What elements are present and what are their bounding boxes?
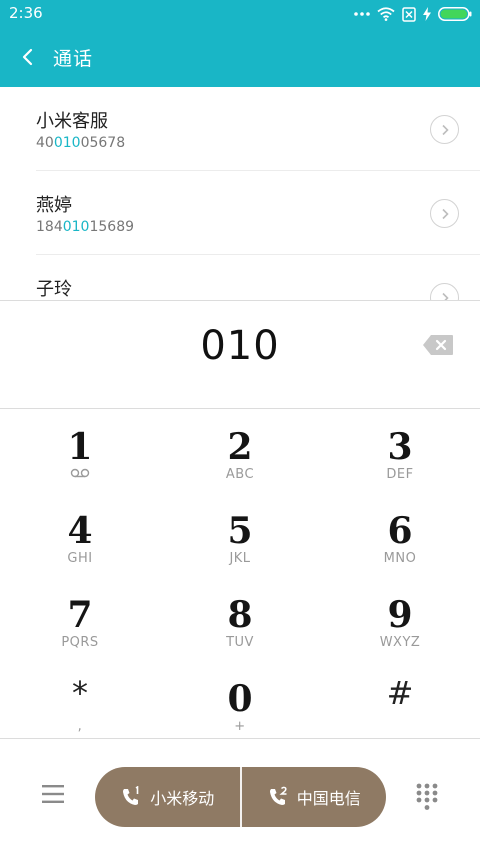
key-letters: JKL bbox=[229, 551, 251, 566]
key-digit: 3 bbox=[387, 426, 413, 468]
contact-number: 4001005678 bbox=[36, 135, 126, 151]
contact-item[interactable]: 燕婷 18401015689 bbox=[0, 171, 480, 255]
charging-icon bbox=[423, 7, 431, 21]
key-hash[interactable]: # bbox=[320, 661, 480, 743]
key-letters: WXYZ bbox=[379, 635, 421, 650]
contact-name: 子玲 bbox=[36, 279, 72, 300]
key-letters: PQRS bbox=[61, 635, 99, 650]
contact-item[interactable]: 小米客服 4001005678 bbox=[0, 87, 480, 171]
phone-sim1-icon bbox=[123, 786, 139, 805]
bottom-bar: 小米移动 中国电信 bbox=[0, 738, 480, 853]
key-3[interactable]: 3 DEF bbox=[320, 409, 480, 491]
key-6[interactable]: 6 MNO bbox=[320, 493, 480, 575]
key-letters: , bbox=[77, 719, 83, 734]
more-dots-icon bbox=[354, 12, 370, 16]
key-letters: + bbox=[234, 719, 246, 734]
back-button[interactable] bbox=[14, 42, 44, 72]
key-1[interactable]: 1 bbox=[0, 409, 160, 491]
key-8[interactable]: 8 TUV bbox=[160, 577, 320, 659]
chevron-right-icon bbox=[441, 208, 449, 219]
call-sim2-button[interactable]: 中国电信 bbox=[242, 767, 387, 827]
key-digit: 2 bbox=[227, 426, 253, 468]
contact-number: 18401015689 bbox=[36, 219, 135, 235]
status-icons bbox=[354, 5, 472, 23]
status-time: 2:36 bbox=[9, 4, 43, 22]
backspace-icon bbox=[423, 335, 453, 355]
key-0[interactable]: 0 + bbox=[160, 661, 320, 743]
wifi-icon bbox=[377, 7, 395, 21]
key-letters: MNO bbox=[383, 551, 417, 566]
key-digit: 1 bbox=[67, 426, 93, 468]
key-5[interactable]: 5 JKL bbox=[160, 493, 320, 575]
contact-name: 燕婷 bbox=[36, 195, 72, 216]
page-title: 通话 bbox=[53, 48, 94, 70]
call-divider bbox=[239, 767, 242, 827]
contact-name: 小米客服 bbox=[36, 111, 108, 132]
chevron-right-icon bbox=[441, 292, 449, 300]
backspace-button[interactable] bbox=[422, 334, 454, 356]
contact-item[interactable]: 子玲 bbox=[0, 255, 480, 300]
contact-detail-button[interactable] bbox=[430, 283, 459, 300]
key-4[interactable]: 4 GHI bbox=[0, 493, 160, 575]
voicemail-icon bbox=[70, 468, 90, 478]
dialpad-grid-icon bbox=[416, 783, 438, 810]
number-match: 010 bbox=[62, 219, 90, 235]
menu-button[interactable] bbox=[41, 783, 65, 805]
key-digit: 5 bbox=[227, 510, 253, 552]
status-bar: 2:36 bbox=[0, 0, 480, 28]
key-digit: 9 bbox=[387, 594, 413, 636]
app-header: 通话 bbox=[0, 28, 480, 87]
number-match: 010 bbox=[53, 135, 81, 151]
dial-input[interactable]: 010 bbox=[0, 323, 480, 369]
key-digit: 7 bbox=[67, 594, 93, 636]
key-7[interactable]: 7 PQRS bbox=[0, 577, 160, 659]
menu-icon bbox=[42, 785, 64, 803]
search-results-list[interactable]: 小米客服 4001005678 燕婷 18401015689 子玲 bbox=[0, 87, 480, 300]
key-letters: ABC bbox=[225, 467, 255, 482]
dialpad-toggle-button[interactable] bbox=[416, 783, 438, 811]
key-letters: GHI bbox=[67, 551, 93, 566]
key-digit: 0 bbox=[227, 678, 253, 720]
contact-detail-button[interactable] bbox=[430, 199, 459, 228]
key-star[interactable]: * , bbox=[0, 661, 160, 743]
key-letters: DEF bbox=[386, 467, 414, 482]
sim-disabled-icon bbox=[402, 6, 416, 22]
key-digit: 8 bbox=[227, 594, 253, 636]
dial-keypad: 1 2 ABC 3 DEF 4 GHI 5 JKL 6 MNO 7 PQRS 8… bbox=[0, 409, 480, 738]
call-sim2-label: 中国电信 bbox=[296, 789, 361, 808]
key-digit: 4 bbox=[67, 510, 93, 552]
key-9[interactable]: 9 WXYZ bbox=[320, 577, 480, 659]
back-arrow-icon bbox=[22, 48, 33, 66]
dial-input-area: 010 bbox=[0, 300, 480, 409]
call-button-group: 小米移动 中国电信 bbox=[95, 767, 386, 827]
phone-sim2-icon bbox=[269, 786, 287, 805]
battery-icon bbox=[438, 7, 472, 21]
call-sim1-label: 小米移动 bbox=[150, 789, 215, 808]
call-sim1-button[interactable]: 小米移动 bbox=[95, 767, 240, 827]
contact-detail-button[interactable] bbox=[430, 115, 459, 144]
chevron-right-icon bbox=[441, 124, 449, 135]
key-digit: 6 bbox=[387, 510, 413, 552]
key-letters: TUV bbox=[226, 635, 254, 650]
key-2[interactable]: 2 ABC bbox=[160, 409, 320, 491]
key-digit: * bbox=[72, 674, 88, 712]
key-digit: # bbox=[386, 674, 414, 712]
